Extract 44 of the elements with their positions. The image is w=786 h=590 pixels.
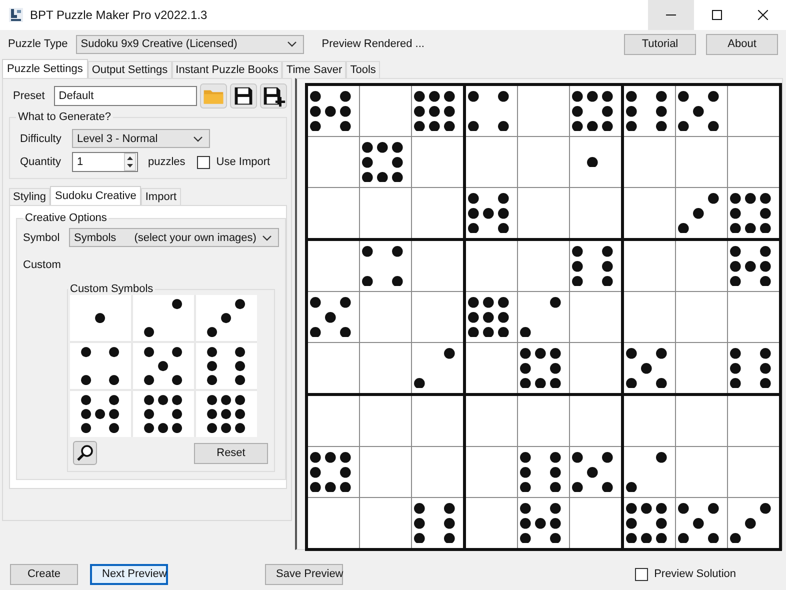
save-add-icon[interactable] — [260, 83, 287, 109]
caret-icon — [193, 136, 203, 142]
quantity-spinner[interactable]: 1 — [72, 152, 138, 172]
close-icon[interactable] — [758, 10, 768, 20]
tab[interactable]: Time Saver — [282, 61, 346, 78]
bottom-button[interactable]: Create — [10, 564, 78, 584]
app-icon — [8, 7, 24, 23]
tab[interactable]: Tools — [346, 61, 380, 78]
puzzle-type-label: Puzzle Type — [8, 38, 68, 50]
status-text: Preview Rendered ... — [322, 38, 424, 50]
tab[interactable]: Import — [141, 188, 181, 205]
group-title: Creative Options — [24, 212, 108, 224]
group-title: What to Generate? — [17, 111, 112, 123]
save-icon[interactable] — [230, 83, 257, 109]
preset-label: Preset — [13, 90, 45, 102]
bottom-button[interactable]: Save Preview — [265, 564, 343, 584]
toolbar-button[interactable]: Tutorial — [624, 34, 696, 54]
maximize-icon[interactable] — [712, 10, 722, 20]
reset-button[interactable]: Reset — [194, 442, 268, 464]
tab[interactable]: Sudoku Creative — [50, 186, 142, 205]
symbol-dropdown[interactable]: Symbols (select your own images) — [69, 228, 279, 247]
tab[interactable]: Puzzle Settings — [2, 59, 88, 78]
difficulty-label: Difficulty — [20, 132, 62, 144]
custom-label: Custom — [23, 259, 62, 271]
puzzle-type-dropdown[interactable]: Sudoku 9x9 Creative (Licensed) — [76, 34, 304, 54]
checkbox[interactable] — [635, 568, 648, 580]
quantity-unit: puzzles — [148, 156, 186, 168]
window-title: BPT Puzzle Maker Pro v2022.1.3 — [30, 8, 208, 22]
checkbox-label: Preview Solution — [654, 568, 736, 580]
symbol-label: Symbol — [23, 232, 61, 244]
tab[interactable]: Instant Puzzle Books — [172, 61, 282, 78]
group-title: Custom Symbols — [69, 283, 154, 295]
tab[interactable]: Styling — [9, 188, 50, 205]
caret-icon — [286, 41, 297, 47]
toolbar-button[interactable]: About — [706, 34, 778, 54]
checkbox[interactable] — [197, 156, 210, 168]
difficulty-dropdown[interactable]: Level 3 - Normal — [72, 129, 210, 148]
quantity-label: Quantity — [20, 156, 62, 168]
search-button[interactable] — [73, 441, 97, 465]
preset-field[interactable]: Default — [54, 86, 197, 106]
tab[interactable]: Output Settings — [88, 61, 172, 78]
caret-icon — [262, 234, 272, 240]
spin-arrows-icon[interactable] — [124, 153, 136, 171]
checkbox-label: Use Import — [216, 156, 270, 168]
